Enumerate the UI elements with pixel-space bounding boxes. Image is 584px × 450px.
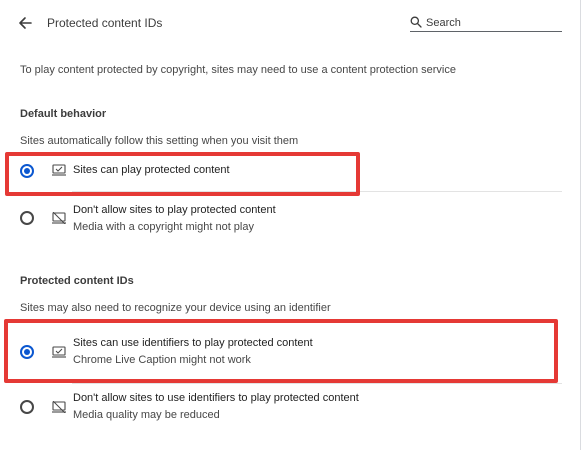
option-label: Don't allow sites to use identifiers to … <box>73 392 359 404</box>
option-divider <box>72 191 562 192</box>
page-title: Protected content IDs <box>47 16 163 30</box>
laptop-blocked-icon <box>52 212 66 224</box>
option-allow-protected-content[interactable]: Sites can play protected content <box>0 152 560 190</box>
option-block-protected-content[interactable]: Don't allow sites to play protected cont… <box>0 198 560 238</box>
content-border <box>580 0 581 450</box>
radio-block-protected-content[interactable] <box>20 211 34 225</box>
page-description: To play content protected by copyright, … <box>20 64 456 76</box>
laptop-blocked-icon <box>52 401 66 413</box>
search-field[interactable] <box>410 15 562 32</box>
protected-ids-heading: Protected content IDs <box>20 275 134 287</box>
laptop-check-icon <box>52 346 66 358</box>
settings-page: Protected content IDs To play content pr… <box>0 0 584 450</box>
default-behavior-subtitle: Sites automatically follow this setting … <box>20 135 299 147</box>
protected-ids-subtitle: Sites may also need to recognize your de… <box>20 302 331 314</box>
option-block-identifiers[interactable]: Don't allow sites to use identifiers to … <box>0 388 560 428</box>
back-button[interactable] <box>14 12 36 34</box>
search-input[interactable] <box>426 15 560 30</box>
option-divider <box>72 383 562 384</box>
radio-block-identifiers[interactable] <box>20 400 34 414</box>
laptop-check-icon <box>52 164 66 176</box>
option-sublabel: Media quality may be reduced <box>73 409 220 421</box>
option-allow-identifiers[interactable]: Sites can use identifiers to play protec… <box>0 330 560 374</box>
option-sublabel: Chrome Live Caption might not work <box>73 354 251 366</box>
option-label: Don't allow sites to play protected cont… <box>73 204 276 216</box>
option-label: Sites can play protected content <box>73 164 230 176</box>
radio-allow-protected-content[interactable] <box>20 164 34 178</box>
default-behavior-heading: Default behavior <box>20 108 107 120</box>
page-header: Protected content IDs <box>0 0 584 46</box>
search-icon <box>410 16 422 28</box>
arrow-back-icon <box>19 17 32 29</box>
option-label: Sites can use identifiers to play protec… <box>73 337 313 349</box>
radio-allow-identifiers[interactable] <box>20 345 34 359</box>
option-sublabel: Media with a copyright might not play <box>73 221 254 233</box>
